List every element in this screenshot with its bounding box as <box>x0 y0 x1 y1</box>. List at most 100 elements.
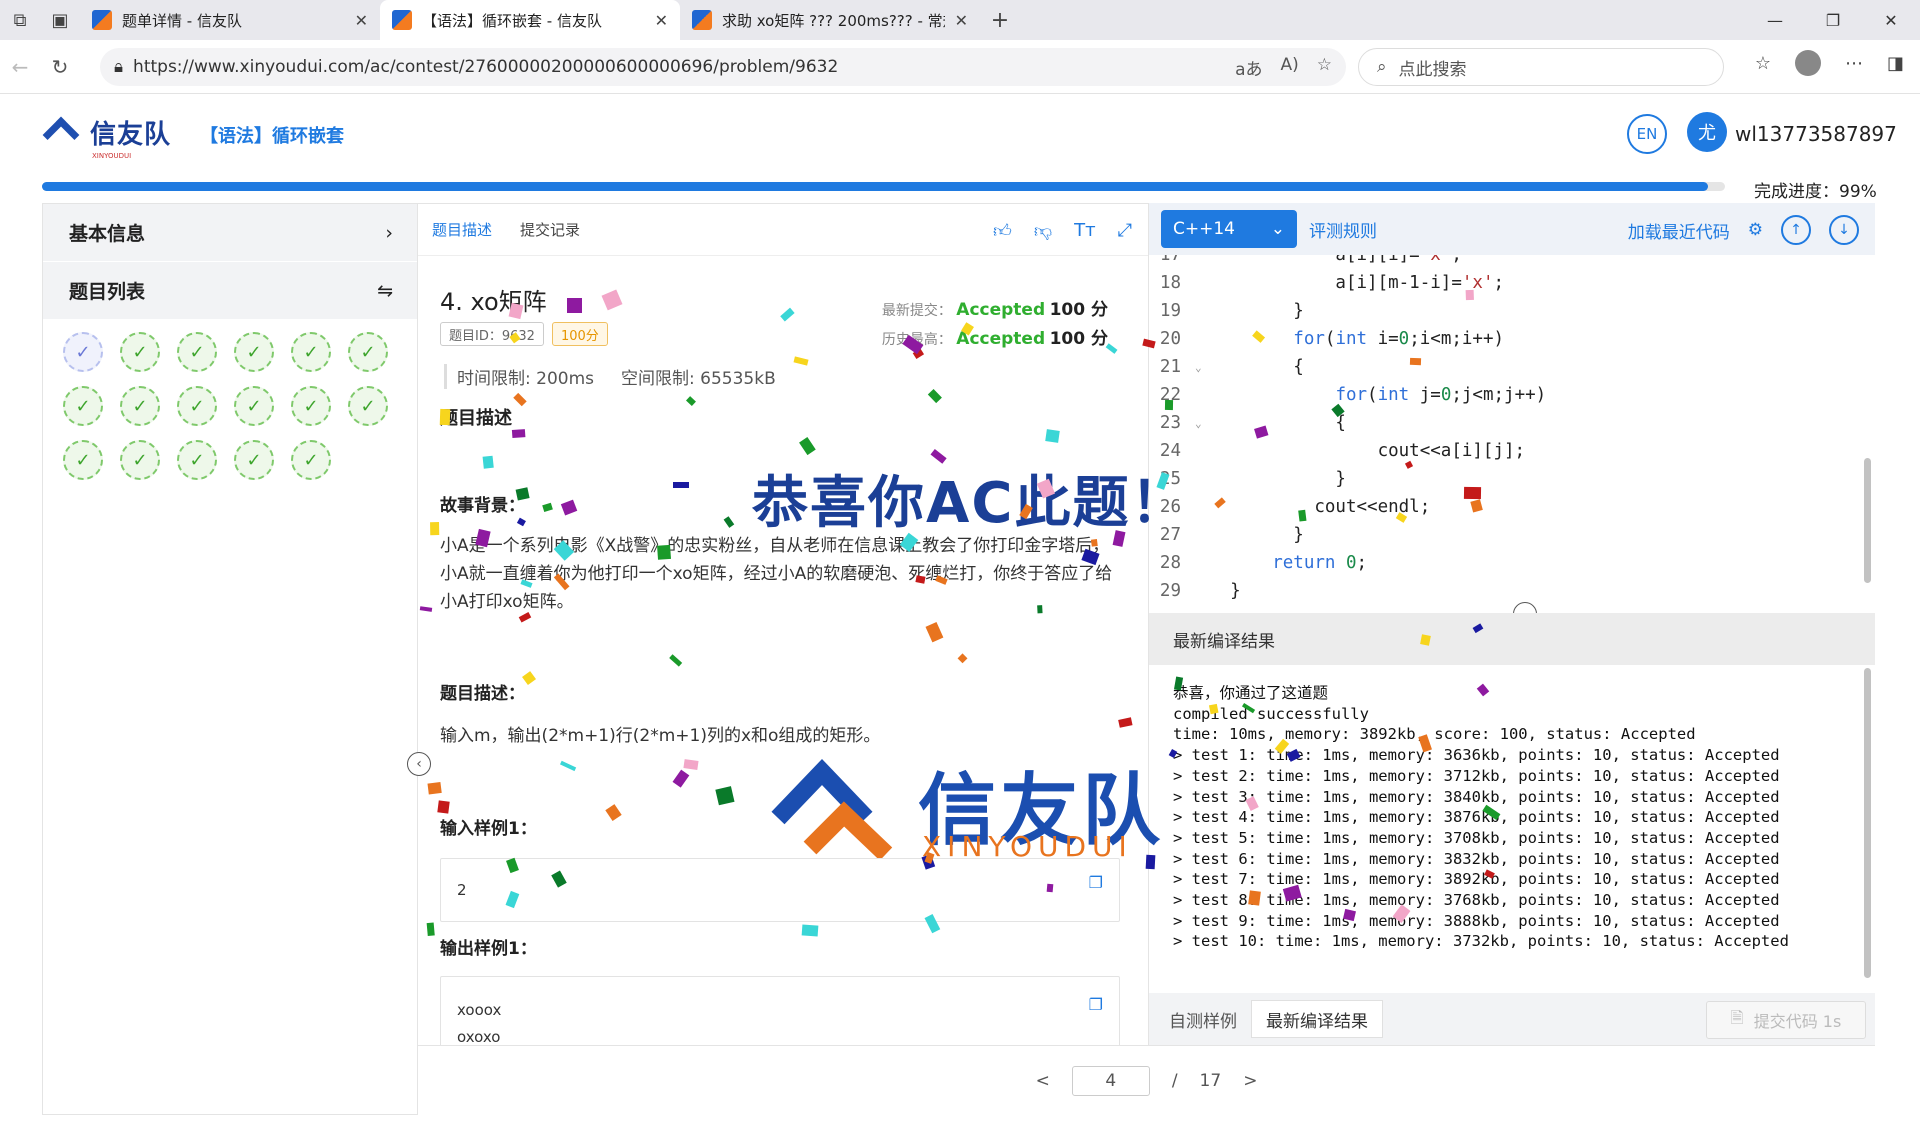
problem-list-row[interactable]: 题目列表 ⇋ <box>43 262 417 320</box>
problem-status-check-icon[interactable]: ✓ <box>177 440 217 480</box>
history-status[interactable]: Accepted <box>956 329 1045 349</box>
browser-tab-2[interactable]: 【语法】循环嵌套 - 信友队 ✕ <box>380 0 680 40</box>
tab-latest-result[interactable]: 最新编译结果 <box>1251 1000 1383 1038</box>
code-line[interactable]: 22 for(int j=0;j<m;j++) <box>1149 381 1863 409</box>
judge-rules-link[interactable]: 评测规则 <box>1309 217 1377 242</box>
font-size-icon[interactable]: Tт <box>1074 220 1095 242</box>
close-window-icon[interactable]: ✕ <box>1862 0 1920 40</box>
download-icon[interactable]: ↓ <box>1829 215 1859 245</box>
code-line[interactable]: 29 } <box>1149 577 1863 605</box>
url-field[interactable]: 🔒︎ https://www.xinyoudui.com/ac/contest/… <box>100 48 1346 86</box>
result-line: > test 9: time: 1ms, memory: 3888kb, poi… <box>1173 911 1780 930</box>
submit-code-button[interactable]: 🗎︎ 提交代码 1s <box>1706 1001 1866 1039</box>
problem-status-check-icon[interactable]: ✓ <box>348 332 388 372</box>
basic-info-row[interactable]: 基本信息 › <box>43 204 417 262</box>
problem-status-check-icon[interactable]: ✓ <box>63 332 103 372</box>
tab-custom-test[interactable]: 自测样例 <box>1155 1000 1251 1038</box>
restore-icon[interactable]: ❐ <box>1804 0 1862 40</box>
problem-status-check-icon[interactable]: ✓ <box>120 332 160 372</box>
favorites-icon[interactable]: ☆ <box>1755 53 1771 74</box>
close-tab-icon[interactable]: ✕ <box>355 11 368 30</box>
favorite-star-icon[interactable]: ☆ <box>1317 55 1332 80</box>
language-toggle-button[interactable]: EN <box>1627 114 1667 154</box>
latest-status[interactable]: Accepted <box>956 300 1045 320</box>
back-icon[interactable]: ← <box>0 55 40 79</box>
load-recent-code-button[interactable]: 加载最近代码 <box>1628 218 1730 243</box>
page-input[interactable]: 4 <box>1071 1065 1150 1096</box>
score-tag: 100分 <box>551 322 608 346</box>
problem-status-check-icon[interactable]: ✓ <box>177 386 217 426</box>
search-placeholder: 点此搜索 <box>1398 59 1467 80</box>
close-tab-icon[interactable]: ✕ <box>955 11 968 30</box>
breadcrumb[interactable]: 【语法】循环嵌套 <box>200 122 344 148</box>
problem-panel: 题目描述 提交记录 👍︎ 👎︎ Tт ⤢ 4. xo矩阵 题目ID：9632 1… <box>418 203 1148 1045</box>
problem-status-check-icon[interactable]: ✓ <box>234 386 274 426</box>
more-menu-icon[interactable]: ⋯ <box>1845 53 1863 74</box>
code-text: } <box>1209 525 1304 545</box>
copy-icon[interactable]: ❐ <box>1089 991 1103 1018</box>
time-limit: 时间限制: 200ms <box>457 369 594 389</box>
fold-icon[interactable]: ⌄ <box>1195 361 1209 374</box>
code-line[interactable]: 26 cout<<endl; <box>1149 493 1863 521</box>
problem-status-check-icon[interactable]: ✓ <box>177 332 217 372</box>
browser-tab-1[interactable]: 题单详情 - 信友队 ✕ <box>80 0 380 40</box>
problem-status-check-icon[interactable]: ✓ <box>63 440 103 480</box>
problem-status-check-icon[interactable]: ✓ <box>348 386 388 426</box>
fold-icon[interactable]: ⌄ <box>1195 417 1209 430</box>
problem-status-check-icon[interactable]: ✓ <box>291 386 331 426</box>
fullscreen-icon[interactable]: ⤢ <box>1118 220 1132 242</box>
site-logo[interactable]: 信友队 XINYOUDUI <box>40 112 171 160</box>
new-tab-icon[interactable]: + <box>980 8 1020 33</box>
username[interactable]: wl13773587897 <box>1735 122 1897 146</box>
browser-tab-3[interactable]: 求助 xo矩阵 ??? 200ms??? - 常规 ✕ <box>680 0 980 40</box>
problem-status-check-icon[interactable]: ✓ <box>291 332 331 372</box>
reload-icon[interactable]: ↻ <box>40 55 80 79</box>
tab-actions-icon[interactable]: ▣ <box>40 0 80 40</box>
result-line: > test 3: time: 1ms, memory: 3840kb, poi… <box>1173 787 1780 806</box>
problem-status-check-icon[interactable]: ✓ <box>120 440 160 480</box>
code-line[interactable]: 28 return 0; <box>1149 549 1863 577</box>
sidebar-toggle-icon[interactable]: ◨ <box>1887 53 1904 74</box>
problem-status-check-icon[interactable]: ✓ <box>234 332 274 372</box>
editor-scrollbar[interactable] <box>1864 458 1871 583</box>
thumbs-up-icon[interactable]: 👍︎ <box>993 220 1012 242</box>
close-tab-icon[interactable]: ✕ <box>655 11 668 30</box>
code-editor[interactable]: 17 a[i][i]='x'; 18 a[i][m-1-i]='x'; 19 } 20… <box>1149 255 1863 613</box>
thumbs-down-icon[interactable]: 👎︎ <box>1034 220 1052 242</box>
problem-status-check-icon[interactable]: ✓ <box>291 440 331 480</box>
code-line[interactable]: 23 ⌄ { <box>1149 409 1863 437</box>
code-line[interactable]: 25 } <box>1149 465 1863 493</box>
minimize-icon[interactable]: — <box>1746 0 1804 40</box>
workspaces-icon[interactable]: ⧉ <box>0 0 40 40</box>
profile-avatar[interactable] <box>1794 50 1821 76</box>
problem-status-check-icon[interactable]: ✓ <box>234 440 274 480</box>
prev-page-icon[interactable]: < <box>1036 1071 1050 1091</box>
submission-summary: 最新提交： Accepted 100 分 历史最高： Accepted 100 … <box>882 296 1108 354</box>
code-line[interactable]: 18 a[i][m-1-i]='x'; <box>1149 269 1863 297</box>
read-aloud-icon[interactable]: A) <box>1280 55 1298 80</box>
code-text: a[i][m-1-i]='x'; <box>1209 273 1505 293</box>
code-line[interactable]: 19 } <box>1149 297 1863 325</box>
result-scrollbar[interactable] <box>1864 668 1871 978</box>
problem-status-check-icon[interactable]: ✓ <box>120 386 160 426</box>
tab-title: 【语法】循环嵌套 - 信友队 <box>422 11 602 30</box>
code-line[interactable]: 17 a[i][i]='x'; <box>1149 255 1863 269</box>
user-avatar[interactable]: 尤 <box>1687 112 1727 152</box>
upload-icon[interactable]: ↑ <box>1781 215 1811 245</box>
code-line[interactable]: 24 cout<<a[i][j]; <box>1149 437 1863 465</box>
translate-icon[interactable]: aあ <box>1235 55 1262 80</box>
problem-status-check-icon[interactable]: ✓ <box>63 386 103 426</box>
code-line[interactable]: 20 for(int i=0;i<m;i++) <box>1149 325 1863 353</box>
tab-submissions[interactable]: 提交记录 <box>520 219 580 240</box>
language-select[interactable]: C++14 ⌄ <box>1161 210 1297 248</box>
next-page-icon[interactable]: > <box>1243 1071 1257 1091</box>
settings-gear-icon[interactable]: ⚙ <box>1748 220 1763 240</box>
copy-icon[interactable]: ❐ <box>1089 873 1103 892</box>
result-line: > test 8: time: 1ms, memory: 3768kb, poi… <box>1173 891 1780 910</box>
collapse-left-icon[interactable]: ‹ <box>407 752 431 776</box>
code-line[interactable]: 21 ⌄ { <box>1149 353 1863 381</box>
swap-icon[interactable]: ⇋ <box>377 280 393 302</box>
code-line[interactable]: 27 } <box>1149 521 1863 549</box>
search-box[interactable]: ⌕ 点此搜索 <box>1358 48 1724 86</box>
tab-description[interactable]: 题目描述 <box>432 219 492 240</box>
